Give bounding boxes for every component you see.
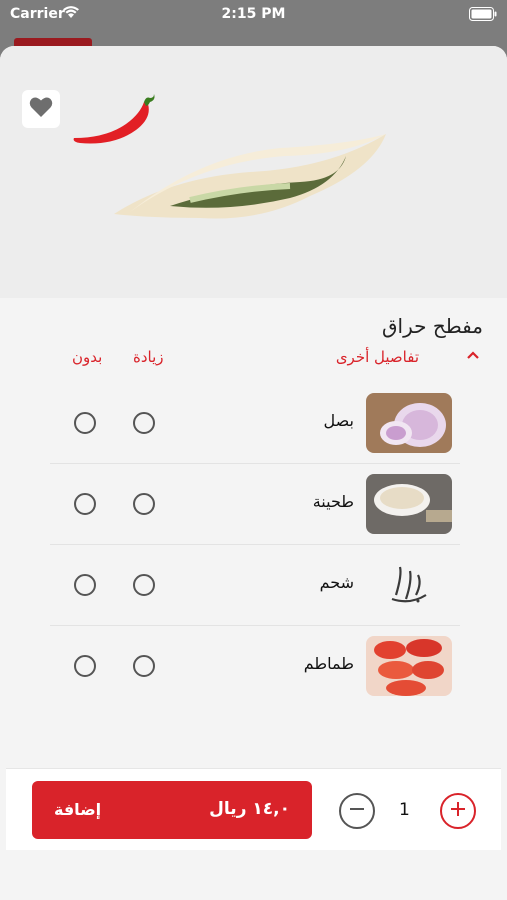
extra-radio[interactable]	[133, 412, 155, 434]
option-label: بصل	[323, 411, 354, 430]
extra-radio[interactable]	[133, 493, 155, 515]
chevron-up-icon[interactable]	[465, 347, 481, 367]
option-row-tomato: طماطم	[50, 626, 460, 707]
status-time: 2:15 PM	[221, 6, 286, 22]
tahini-image	[366, 474, 452, 534]
product-title: مفطح حراق	[382, 314, 483, 338]
increase-quantity-button[interactable]	[440, 793, 476, 829]
plus-icon	[449, 800, 467, 822]
quantity-value: 1	[399, 800, 410, 820]
extra-radio[interactable]	[133, 574, 155, 596]
option-row-fat: شحم	[50, 545, 460, 626]
footer-bar: إضافة ١٤,٠ ريال 1	[6, 768, 501, 850]
options-list: بصل طحينة شحم طماطم	[50, 383, 460, 707]
price-label: ١٤,٠ ريال	[209, 799, 290, 819]
tomato-image	[366, 636, 452, 696]
onion-image	[366, 393, 452, 453]
without-header: بدون	[72, 348, 103, 366]
add-to-cart-button[interactable]: إضافة ١٤,٠ ريال	[32, 781, 312, 839]
option-label: شحم	[319, 573, 354, 592]
without-radio[interactable]	[74, 655, 96, 677]
option-row-tahini: طحينة	[50, 464, 460, 545]
brand-logo-image	[366, 555, 452, 615]
extra-radio[interactable]	[133, 655, 155, 677]
decrease-quantity-button[interactable]	[339, 793, 375, 829]
without-radio[interactable]	[74, 493, 96, 515]
options-header: تفاصيل أخرى زيادة بدون	[0, 345, 507, 369]
status-bar: Carrier 2:15 PM	[0, 0, 507, 30]
details-header: تفاصيل أخرى	[335, 348, 419, 366]
option-label: طماطم	[303, 654, 354, 673]
minus-icon	[348, 800, 366, 822]
battery-icon	[469, 7, 497, 25]
option-row-onion: بصل	[50, 383, 460, 464]
without-radio[interactable]	[74, 412, 96, 434]
without-radio[interactable]	[74, 574, 96, 596]
extra-header: زيادة	[133, 348, 164, 366]
add-label: إضافة	[54, 800, 102, 819]
heart-icon	[29, 96, 53, 122]
sandwich-image	[110, 126, 390, 240]
product-image	[0, 46, 507, 298]
favorite-button[interactable]	[22, 90, 60, 128]
option-label: طحينة	[312, 492, 354, 511]
